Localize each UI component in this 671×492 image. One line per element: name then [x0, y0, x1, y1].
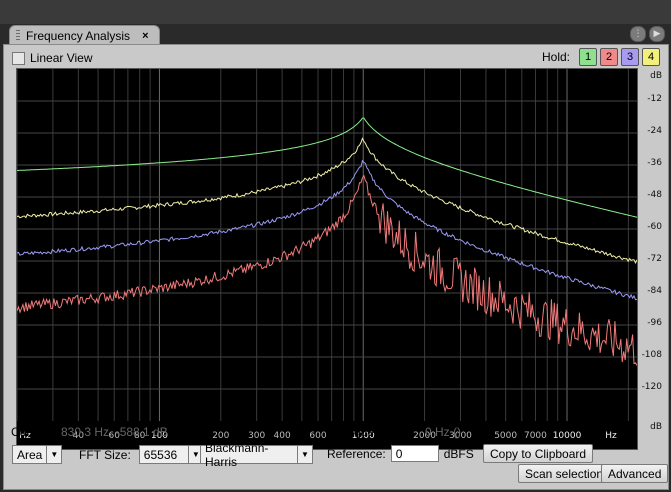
linear-view-checkbox[interactable] — [12, 51, 25, 65]
tab-frequency-analysis[interactable]: Frequency Analysis × — [9, 25, 160, 45]
y-tick-label: -84 — [647, 286, 662, 296]
display-mode-value: Area — [17, 447, 43, 462]
fft-size-select[interactable]: 65536 ▼ — [138, 445, 204, 464]
frequency-value: 0 Hz () — [425, 425, 461, 439]
reference-group: Reference: 0 dBFS — [327, 445, 474, 462]
chevron-down-icon[interactable]: ▼ — [297, 446, 312, 463]
fft-size-value: 65536 — [143, 447, 178, 462]
cursor-value: 830.3 Hz, -588.1 dB — [61, 425, 168, 439]
y-tick-label: -36 — [647, 158, 662, 168]
y-tick-label: -120 — [641, 382, 662, 392]
copy-clipboard-wrap: Copy to Clipboard — [483, 444, 594, 463]
cursor-label: Cursor: — [11, 425, 51, 439]
y-tick-label: dB — [650, 71, 662, 81]
window-top-strip — [0, 0, 671, 24]
y-tick-label: -12 — [647, 94, 662, 104]
tab-title: Frequency Analysis — [26, 28, 131, 43]
reference-unit: dBFS — [443, 446, 474, 461]
chevron-down-icon[interactable]: ▼ — [46, 446, 61, 463]
advanced-button[interactable]: Advanced — [601, 464, 669, 483]
db-axis-labels: dB -12 -24 -36 -48 -60 -72 -84 -96 -108 -120 dB — [628, 68, 664, 448]
drag-grip-icon[interactable] — [16, 30, 20, 41]
advanced-wrap: Advanced — [601, 464, 669, 483]
scan-selection-wrap: Scan selection — [518, 464, 611, 483]
y-tick-label: -72 — [647, 254, 662, 264]
y-tick-label: -24 — [647, 126, 662, 136]
fft-size-group: FFT Size: 65536 ▼ — [79, 445, 204, 464]
hold-controls: Hold: 1 2 3 4 — [542, 48, 660, 66]
status-line: Cursor: 830.3 Hz, -588.1 dB Frequency: 0… — [11, 425, 661, 441]
frequency-label: Frequency: — [336, 425, 397, 439]
panel-menu-arrow-icon[interactable]: ▶ — [649, 26, 665, 42]
reference-label: Reference: — [327, 446, 386, 461]
y-tick-label: -96 — [647, 318, 662, 328]
linear-view-label: Linear View — [30, 51, 93, 65]
copy-to-clipboard-button[interactable]: Copy to Clipboard — [483, 444, 594, 463]
frequency-analysis-panel: Linear View Hold: 1 2 3 4 Hz 40 60 80 100 200… — [3, 44, 669, 490]
spectrum-plot[interactable]: Hz 40 60 80 100 200 300 400 600 1000 2000 3000 5000 7… — [16, 68, 638, 450]
hold-label: Hold: — [541, 50, 570, 64]
linear-view-row[interactable]: Linear View — [12, 51, 92, 65]
display-mode-select[interactable]: Area ▼ — [12, 445, 63, 464]
hold-button-1[interactable]: 1 — [579, 48, 597, 66]
fft-size-label: FFT Size: — [79, 447, 131, 462]
panel-options-icon[interactable]: ⋮ — [630, 26, 646, 42]
hold-button-4[interactable]: 4 — [642, 48, 660, 66]
window-select[interactable]: Blackmann-Harris ▼ — [200, 440, 313, 469]
y-tick-label: -60 — [647, 222, 662, 232]
reference-input[interactable]: 0 — [390, 445, 439, 462]
hold-button-2[interactable]: 2 — [600, 48, 618, 66]
y-tick-label: -48 — [647, 190, 662, 200]
hold-button-3[interactable]: 3 — [621, 48, 639, 66]
tab-close-icon[interactable]: × — [142, 30, 148, 42]
scan-selection-button[interactable]: Scan selection — [518, 464, 611, 483]
spectrum-series-line — [16, 159, 638, 301]
spectrum-svg — [16, 69, 638, 421]
y-tick-label: -108 — [641, 350, 662, 360]
panel-menu-controls: ⋮ ▶ — [630, 26, 665, 42]
window-value: Blackmann-Harris — [205, 440, 269, 469]
